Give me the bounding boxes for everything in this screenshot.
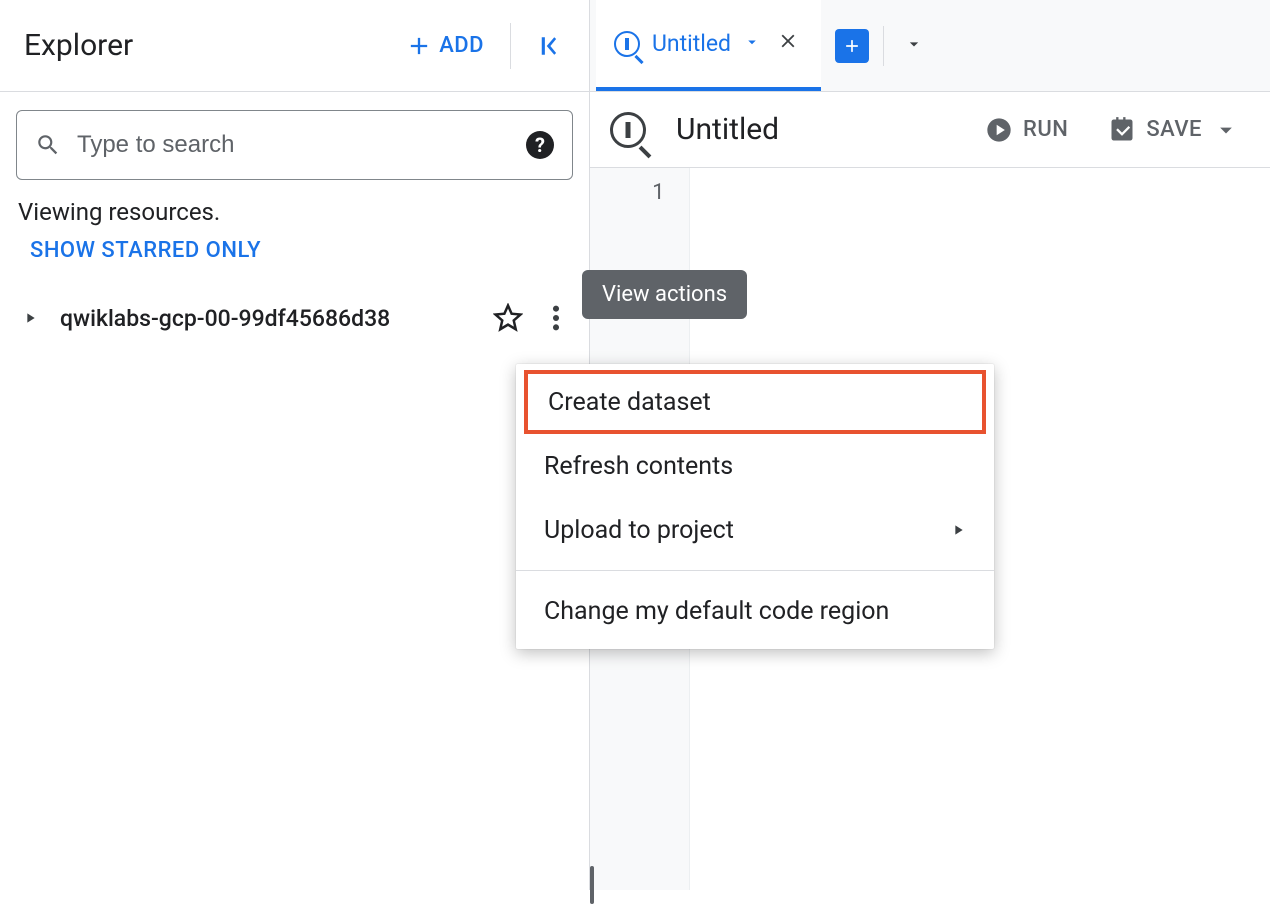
- star-button[interactable]: [489, 299, 527, 337]
- menu-item-label: Change my default code region: [544, 597, 889, 626]
- menu-create-dataset[interactable]: Create dataset: [524, 370, 986, 434]
- search-box[interactable]: ?: [16, 110, 573, 180]
- run-button[interactable]: RUN: [975, 110, 1078, 150]
- submenu-indicator: [950, 516, 966, 545]
- menu-item-label: Refresh contents: [544, 452, 733, 481]
- plus-icon: [405, 32, 433, 60]
- query-toolbar: Untitled RUN SAVE: [590, 92, 1270, 168]
- caret-right-icon: [950, 522, 966, 538]
- play-circle-icon: [985, 116, 1013, 144]
- caret-down-icon: [743, 33, 761, 51]
- caret-down-icon: [1212, 116, 1240, 144]
- search-input[interactable]: [75, 130, 512, 160]
- new-tab-dropdown[interactable]: [898, 28, 930, 64]
- divider: [883, 26, 884, 66]
- menu-upload-to-project[interactable]: Upload to project: [516, 498, 994, 562]
- tab-title: Untitled: [652, 30, 731, 57]
- star-outline-icon: [493, 303, 523, 333]
- query-icon: [614, 31, 640, 57]
- menu-item-label: Create dataset: [548, 388, 711, 417]
- menu-divider: [516, 570, 994, 571]
- project-name-label: qwiklabs-gcp-00-99df45686d38: [60, 305, 489, 332]
- run-button-label: RUN: [1023, 117, 1068, 142]
- tab-untitled[interactable]: Untitled: [596, 0, 821, 91]
- expand-caret[interactable]: [18, 306, 42, 330]
- save-icon: [1108, 116, 1136, 144]
- viewing-resources-text: Viewing resources.: [18, 198, 573, 226]
- tab-dropdown[interactable]: [743, 33, 761, 55]
- search-icon: [35, 132, 61, 158]
- explorer-title: Explorer: [24, 28, 393, 63]
- collapse-left-icon: [533, 31, 563, 61]
- new-tab-area: [821, 26, 944, 66]
- editor-cursor-indicator: [590, 866, 594, 904]
- tab-strip: Untitled: [590, 0, 1270, 92]
- menu-refresh-contents[interactable]: Refresh contents: [516, 434, 994, 498]
- query-icon: [610, 112, 646, 148]
- add-button[interactable]: ADD: [393, 24, 496, 68]
- caret-down-icon: [904, 34, 924, 54]
- more-actions-button[interactable]: [541, 300, 571, 336]
- collapse-panel-button[interactable]: [525, 23, 571, 69]
- query-title: Untitled: [676, 112, 955, 147]
- save-button-label: SAVE: [1146, 117, 1202, 142]
- add-button-label: ADD: [439, 33, 484, 58]
- tab-close-button[interactable]: [773, 29, 803, 59]
- view-actions-tooltip: View actions: [582, 270, 747, 319]
- project-tree-row[interactable]: qwiklabs-gcp-00-99df45686d38: [16, 293, 573, 343]
- explorer-panel: Explorer ADD ? Viewing resources. SHOW S…: [0, 0, 590, 890]
- menu-item-label: Upload to project: [544, 516, 734, 545]
- save-button[interactable]: SAVE: [1098, 110, 1250, 150]
- actions-context-menu: Create dataset Refresh contents Upload t…: [516, 364, 994, 649]
- menu-change-default-region[interactable]: Change my default code region: [516, 579, 994, 643]
- explorer-header: Explorer ADD: [0, 0, 589, 92]
- caret-right-icon: [22, 310, 38, 326]
- new-tab-button[interactable]: [835, 29, 869, 63]
- plus-icon: [842, 36, 862, 56]
- line-number: 1: [590, 176, 665, 205]
- kebab-icon: [552, 304, 560, 332]
- show-starred-only-link[interactable]: SHOW STARRED ONLY: [30, 238, 573, 263]
- divider: [510, 23, 511, 69]
- help-icon[interactable]: ?: [526, 131, 554, 159]
- close-icon: [777, 30, 799, 52]
- explorer-body: ? Viewing resources. SHOW STARRED ONLY q…: [0, 92, 589, 361]
